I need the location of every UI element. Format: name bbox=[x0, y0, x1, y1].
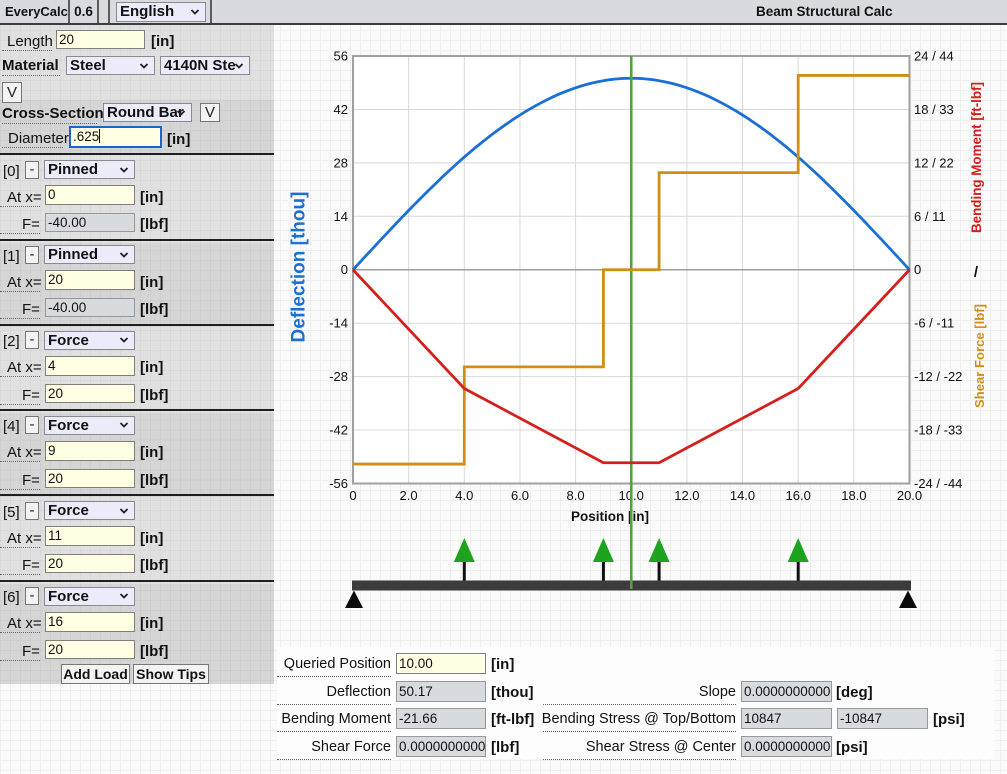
svg-text:12.0: 12.0 bbox=[674, 488, 699, 503]
svg-text:0: 0 bbox=[914, 262, 921, 277]
svg-text:4.0: 4.0 bbox=[455, 488, 473, 503]
svg-text:24 / 44: 24 / 44 bbox=[914, 49, 954, 64]
svg-text:Bending Moment [ft-lbf]: Bending Moment [ft-lbf] bbox=[969, 82, 984, 233]
svg-text:-18 / -33: -18 / -33 bbox=[914, 423, 962, 438]
svg-text:Deflection [thou]: Deflection [thou] bbox=[289, 192, 310, 343]
svg-text:16.0: 16.0 bbox=[786, 488, 811, 503]
svg-text:42: 42 bbox=[334, 102, 348, 117]
svg-text:-12 / -22: -12 / -22 bbox=[914, 369, 962, 384]
svg-text:Shear Force [lbf]: Shear Force [lbf] bbox=[972, 304, 987, 408]
svg-text:0: 0 bbox=[341, 262, 348, 277]
svg-text:28: 28 bbox=[334, 155, 348, 170]
svg-text:/: / bbox=[974, 264, 979, 281]
svg-text:6.0: 6.0 bbox=[511, 488, 529, 503]
svg-text:56: 56 bbox=[334, 49, 348, 64]
svg-text:Position [in]: Position [in] bbox=[571, 509, 649, 524]
svg-text:8.0: 8.0 bbox=[567, 488, 585, 503]
svg-text:-14: -14 bbox=[329, 316, 348, 331]
svg-text:-56: -56 bbox=[329, 476, 348, 491]
svg-text:-28: -28 bbox=[329, 369, 348, 384]
svg-text:14.0: 14.0 bbox=[730, 488, 755, 503]
svg-text:12 / 22: 12 / 22 bbox=[914, 155, 954, 170]
svg-text:18 / 33: 18 / 33 bbox=[914, 102, 954, 117]
svg-text:20.0: 20.0 bbox=[897, 488, 922, 503]
svg-text:18.0: 18.0 bbox=[841, 488, 866, 503]
svg-text:6 / 11: 6 / 11 bbox=[914, 209, 946, 224]
svg-text:0: 0 bbox=[349, 488, 356, 503]
svg-text:-6 / -11: -6 / -11 bbox=[914, 316, 954, 331]
svg-text:14: 14 bbox=[334, 209, 348, 224]
svg-text:-42: -42 bbox=[329, 423, 348, 438]
svg-text:2.0: 2.0 bbox=[400, 488, 418, 503]
